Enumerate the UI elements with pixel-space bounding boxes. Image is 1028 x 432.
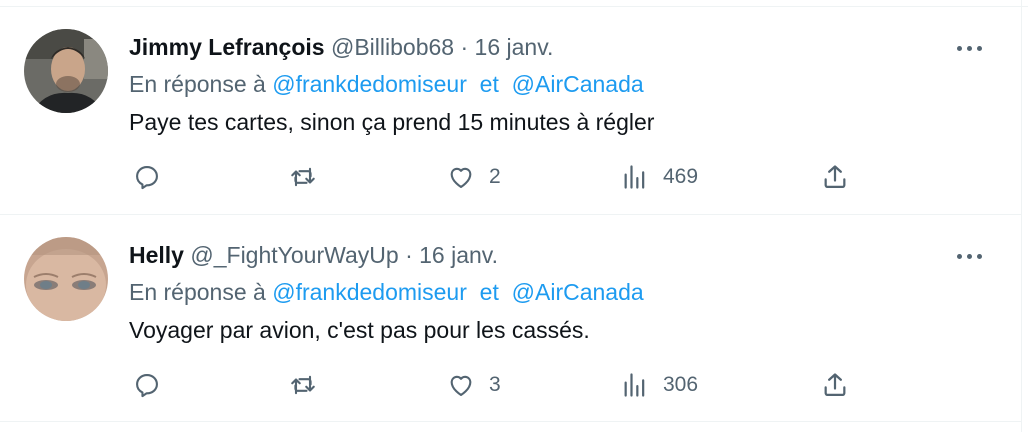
tweet[interactable]: Jimmy Lefrançois @Billibob68 · 16 janv. … (0, 7, 1021, 215)
top-divider (0, 0, 1028, 7)
retweet-button[interactable] (289, 367, 317, 403)
like-button[interactable]: 2 (447, 159, 501, 195)
more-options-icon[interactable] (957, 43, 985, 53)
reply-conjunction: et (479, 279, 499, 305)
separator: · (460, 34, 469, 60)
reply-button[interactable] (133, 367, 161, 403)
tweet-actions: 2 469 (129, 159, 869, 195)
like-count: 3 (489, 373, 501, 396)
avatar-photo (24, 29, 108, 113)
views-chart-icon (624, 165, 645, 189)
display-name[interactable]: Jimmy Lefrançois (129, 34, 325, 60)
retweet-button[interactable] (289, 159, 317, 195)
timestamp[interactable]: 16 janv. (419, 242, 498, 268)
share-button[interactable] (821, 159, 849, 195)
reply-prefix: En réponse à (129, 71, 266, 97)
tweet-actions: 3 306 (129, 367, 869, 403)
timestamp[interactable]: 16 janv. (475, 34, 554, 60)
views-chart-icon (624, 373, 645, 397)
reply-icon (136, 166, 158, 190)
mention-link[interactable]: @AirCanada (512, 71, 644, 97)
user-handle[interactable]: @Billibob68 (331, 34, 454, 60)
views-button[interactable]: 469 (621, 159, 698, 195)
mention-link[interactable]: @frankdedomiseur (272, 279, 467, 305)
share-button[interactable] (821, 367, 849, 403)
tweet-header: Helly @_FightYourWayUp · 16 janv. (129, 241, 498, 269)
separator: · (405, 242, 413, 268)
tweet-text: Paye tes cartes, sinon ça prend 15 minut… (129, 109, 655, 135)
tweet-text: Voyager par avion, c'est pas pour les ca… (129, 317, 590, 343)
mention-link[interactable]: @AirCanada (512, 279, 644, 305)
more-options-icon[interactable] (957, 251, 985, 261)
retweet-icon (291, 375, 315, 395)
share-icon (824, 165, 846, 189)
reply-conjunction: et (479, 71, 499, 97)
avatar-photo (24, 237, 108, 321)
view-count: 306 (663, 373, 699, 396)
like-button[interactable]: 3 (447, 367, 501, 403)
views-button[interactable]: 306 (621, 367, 698, 403)
share-icon (824, 373, 846, 397)
reply-prefix: En réponse à (129, 279, 266, 305)
reply-button[interactable] (133, 159, 161, 195)
display-name[interactable]: Helly (129, 242, 184, 268)
user-handle[interactable]: @_FightYourWayUp (190, 242, 398, 268)
reply-context: En réponse à @frankdedomiseur et @AirCan… (129, 278, 644, 306)
avatar[interactable] (24, 29, 108, 113)
mention-link[interactable]: @frankdedomiseur (272, 71, 467, 97)
retweet-icon (291, 167, 315, 187)
view-count: 469 (663, 165, 699, 188)
reply-icon (136, 374, 158, 398)
like-count: 2 (489, 165, 501, 188)
tweet-header: Jimmy Lefrançois @Billibob68 · 16 janv. (129, 33, 553, 61)
timeline-border (1021, 0, 1022, 432)
reply-context: En réponse à @frankdedomiseur et @AirCan… (129, 70, 644, 98)
tweet[interactable]: Helly @_FightYourWayUp · 16 janv. En rép… (0, 215, 1021, 422)
heart-icon (450, 375, 472, 396)
heart-icon (450, 167, 472, 188)
avatar[interactable] (24, 237, 108, 321)
